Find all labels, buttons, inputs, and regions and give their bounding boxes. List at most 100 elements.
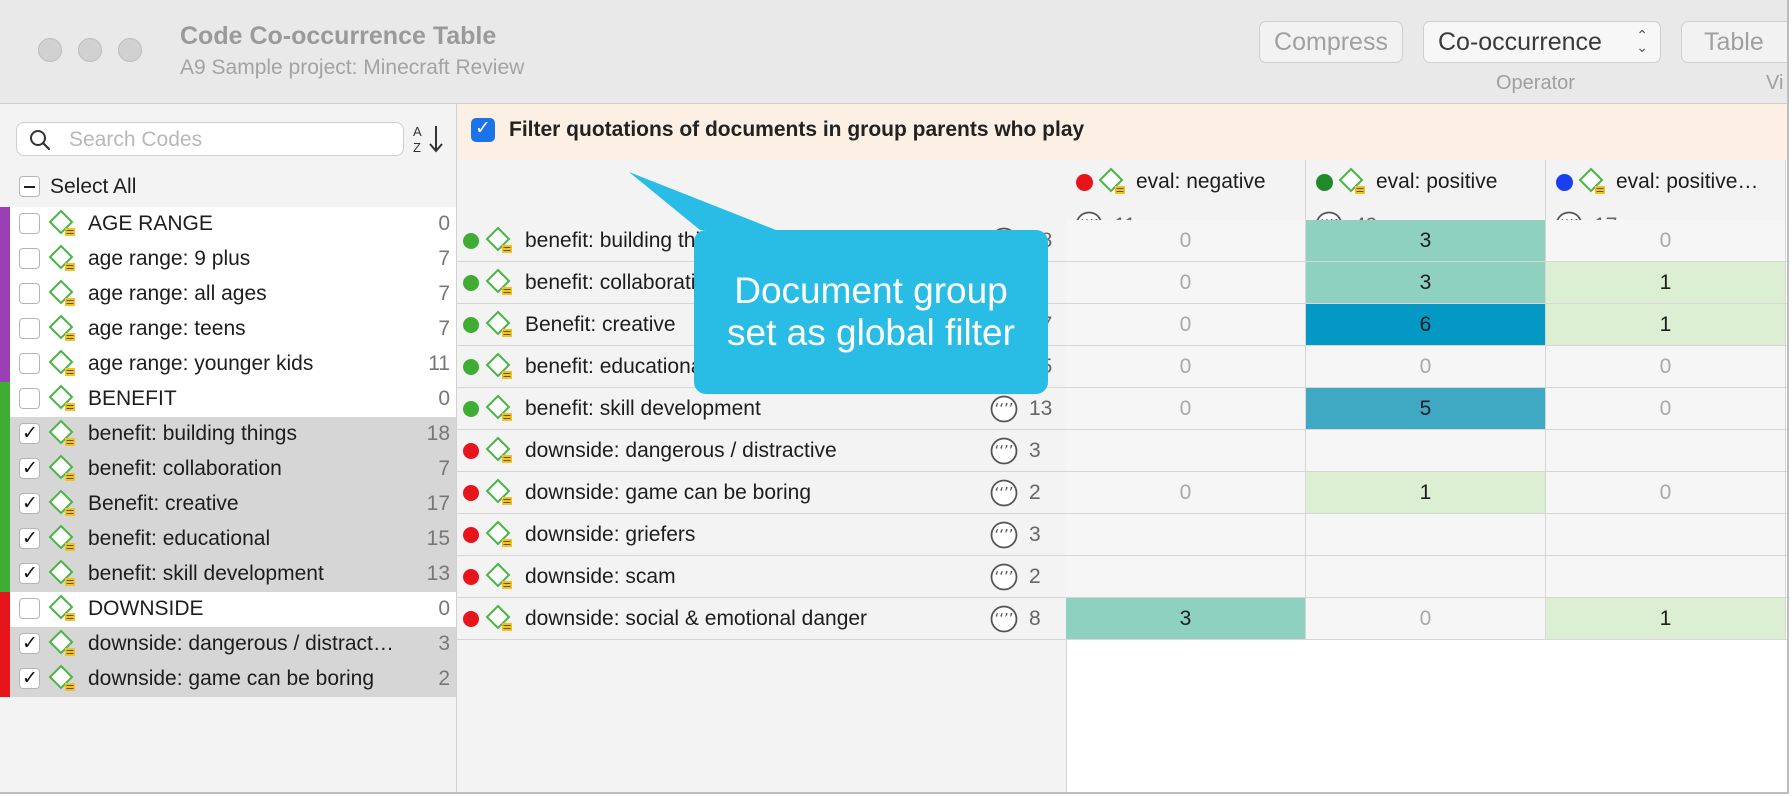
code-list-item[interactable]: benefit: educational 15: [0, 522, 456, 557]
code-list-item[interactable]: AGE RANGE 0: [0, 207, 456, 242]
code-list-item[interactable]: Benefit: creative 17: [0, 487, 456, 522]
table-cell[interactable]: 1: [1306, 472, 1546, 513]
code-name: downside: dangerous / distract…: [88, 632, 394, 655]
minimize-window-button[interactable]: [78, 38, 102, 62]
code-list-item[interactable]: benefit: collaboration 7: [0, 452, 456, 487]
code-checkbox[interactable]: [19, 562, 40, 585]
code-list-item[interactable]: benefit: skill development 13: [0, 557, 456, 592]
table-row[interactable]: downside: scam ‘‘’’ 2: [457, 556, 1787, 598]
column-color-dot: [1556, 174, 1573, 191]
sort-az-icon[interactable]: A Z: [412, 122, 446, 156]
table-button[interactable]: Table: [1681, 21, 1787, 63]
group-color-stripe: [0, 487, 10, 522]
code-list-item[interactable]: age range: all ages 7: [0, 277, 456, 312]
code-checkbox[interactable]: [19, 422, 40, 445]
table-cell[interactable]: 0: [1306, 598, 1546, 639]
close-window-button[interactable]: [38, 38, 62, 62]
code-icon: [48, 419, 78, 449]
operator-select[interactable]: Co-occurrence ⌃ ⌄: [1423, 21, 1661, 63]
table-cell[interactable]: [1066, 430, 1306, 471]
table-cell[interactable]: 1: [1546, 304, 1786, 345]
table-cell[interactable]: 0: [1546, 220, 1786, 261]
table-cell[interactable]: 3: [1306, 262, 1546, 303]
table-cell[interactable]: 5: [1306, 388, 1546, 429]
code-checkbox[interactable]: [19, 353, 40, 374]
code-checkbox[interactable]: [19, 527, 40, 550]
code-list-item[interactable]: age range: 9 plus 7: [0, 242, 456, 277]
table-cell[interactable]: 0: [1066, 388, 1306, 429]
zoom-window-button[interactable]: [118, 38, 142, 62]
code-checkbox[interactable]: [19, 248, 40, 269]
table-cell[interactable]: 1: [1546, 262, 1786, 303]
table-cell[interactable]: [1306, 514, 1546, 555]
code-count: 7: [438, 247, 450, 270]
code-list-item[interactable]: age range: teens 7: [0, 312, 456, 347]
table-cell[interactable]: 1: [1546, 598, 1786, 639]
table-row[interactable]: benefit: building things‘‘’’18030: [457, 220, 1787, 262]
code-checkbox[interactable]: [19, 632, 40, 655]
code-list-item[interactable]: downside: dangerous / distract… 3: [0, 627, 456, 662]
table-row[interactable]: Benefit: creative‘‘’’17061: [457, 304, 1787, 346]
code-name: age range: 9 plus: [88, 247, 251, 270]
search-input[interactable]: [67, 126, 391, 154]
code-checkbox[interactable]: [19, 457, 40, 480]
code-icon: [1338, 167, 1368, 197]
table-cell[interactable]: [1066, 514, 1306, 555]
table-cell[interactable]: [1546, 556, 1786, 597]
annotation-callout: Document group set as global filter: [694, 230, 1048, 394]
row-code-name: downside: game can be boring: [525, 481, 812, 504]
code-list-item[interactable]: DOWNSIDE 0: [0, 592, 456, 627]
code-icon: [48, 664, 78, 694]
table-row[interactable]: downside: griefers ‘‘’’ 3: [457, 514, 1787, 556]
table-cell[interactable]: 0: [1066, 346, 1306, 387]
code-icon: [48, 524, 78, 554]
table-cell[interactable]: 0: [1546, 388, 1786, 429]
code-list-item[interactable]: BENEFIT 0: [0, 382, 456, 417]
code-icon: [485, 520, 515, 550]
code-name: benefit: skill development: [88, 562, 324, 585]
table-cell[interactable]: 0: [1546, 346, 1786, 387]
select-all-label[interactable]: Select All: [50, 175, 136, 199]
table-cell[interactable]: [1546, 514, 1786, 555]
code-checkbox[interactable]: [19, 213, 40, 234]
code-list-item[interactable]: downside: game can be boring 2: [0, 662, 456, 697]
table-cell[interactable]: 0: [1306, 346, 1546, 387]
row-code-name: downside: social & emotional danger: [525, 607, 868, 630]
table-cell[interactable]: 3: [1306, 220, 1546, 261]
code-list-item[interactable]: benefit: building things 18: [0, 417, 456, 452]
table-cell[interactable]: 0: [1066, 304, 1306, 345]
select-all-checkbox[interactable]: [19, 176, 40, 197]
table-cell[interactable]: 0: [1066, 472, 1306, 513]
table-row[interactable]: benefit: skill development ‘‘’’ 13 0 5 0: [457, 388, 1787, 430]
code-checkbox[interactable]: [19, 388, 40, 409]
table-cell[interactable]: 0: [1546, 472, 1786, 513]
table-row[interactable]: downside: dangerous / distractive ‘‘’’ 3: [457, 430, 1787, 472]
table-row[interactable]: downside: social & emotional danger ‘‘’’ 8…: [457, 598, 1787, 640]
table-cell[interactable]: 0: [1066, 262, 1306, 303]
table-cell[interactable]: [1066, 556, 1306, 597]
group-color-stripe: [0, 207, 10, 242]
compress-button[interactable]: Compress: [1259, 21, 1403, 63]
code-name: Benefit: creative: [88, 492, 239, 515]
operator-label: Operator: [1496, 72, 1575, 94]
search-field[interactable]: [16, 122, 404, 156]
code-list-item[interactable]: age range: younger kids 11: [0, 347, 456, 382]
code-checkbox[interactable]: [19, 283, 40, 304]
table-cell[interactable]: [1306, 556, 1546, 597]
table-row[interactable]: benefit: educational‘‘’’15000: [457, 346, 1787, 388]
table-cell[interactable]: 6: [1306, 304, 1546, 345]
code-checkbox[interactable]: [19, 492, 40, 515]
table-cell[interactable]: 0: [1066, 220, 1306, 261]
row-quotation-count: 3: [1029, 523, 1041, 546]
code-count: 13: [426, 562, 450, 585]
code-checkbox[interactable]: [19, 318, 40, 339]
table-row[interactable]: downside: game can be boring ‘‘’’ 2 0 1 0: [457, 472, 1787, 514]
table-cell[interactable]: 3: [1066, 598, 1306, 639]
table-cell[interactable]: [1306, 430, 1546, 471]
code-icon: [485, 562, 515, 592]
code-checkbox[interactable]: [19, 598, 40, 619]
table-cell[interactable]: [1546, 430, 1786, 471]
code-checkbox[interactable]: [19, 667, 40, 690]
table-row[interactable]: benefit: collaboration‘‘’’7031: [457, 262, 1787, 304]
filter-checkbox[interactable]: [471, 117, 495, 142]
